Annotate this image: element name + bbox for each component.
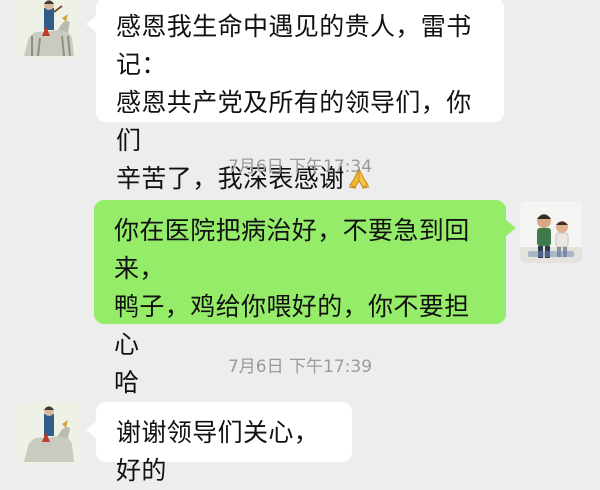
bubble-tail	[86, 16, 96, 32]
horse-rider-avatar-icon	[18, 402, 80, 464]
message-line: 感恩我生命中遇见的贵人，雷书记：	[116, 12, 472, 79]
contact-avatar[interactable]	[18, 402, 80, 464]
bubble-tail	[506, 220, 516, 236]
message-line: 你在医院把病治好，不要急到回来，	[114, 216, 470, 283]
children-photo-avatar-icon	[520, 201, 582, 263]
message-line: 感恩共产党及所有的领导们，你们	[116, 88, 472, 155]
message-timestamp: 7月6日 下午17:34	[227, 157, 373, 177]
message-bubble-outgoing[interactable]: 你在医院把病治好，不要急到回来， 鸭子，鸡给你喂好的，你不要担心 哈	[94, 200, 506, 397]
message-timestamp: 7月6日 下午17:39	[227, 357, 373, 377]
message-line: 谢谢领导们关心，好的	[116, 418, 320, 485]
message-bubble-incoming[interactable]: 感恩我生命中遇见的贵人，雷书记： 感恩共产党及所有的领导们，你们 辛苦了，我深表…	[96, 0, 504, 193]
message-bubble-incoming[interactable]: 谢谢领导们关心，好的	[96, 402, 352, 485]
chat-view: 感恩我生命中遇见的贵人，雷书记： 感恩共产党及所有的领导们，你们 辛苦了，我深表…	[0, 0, 600, 485]
horse-rider-avatar-icon	[18, 0, 80, 58]
contact-avatar[interactable]	[18, 0, 80, 58]
bubble-tail	[86, 422, 96, 438]
self-avatar[interactable]	[520, 201, 582, 263]
